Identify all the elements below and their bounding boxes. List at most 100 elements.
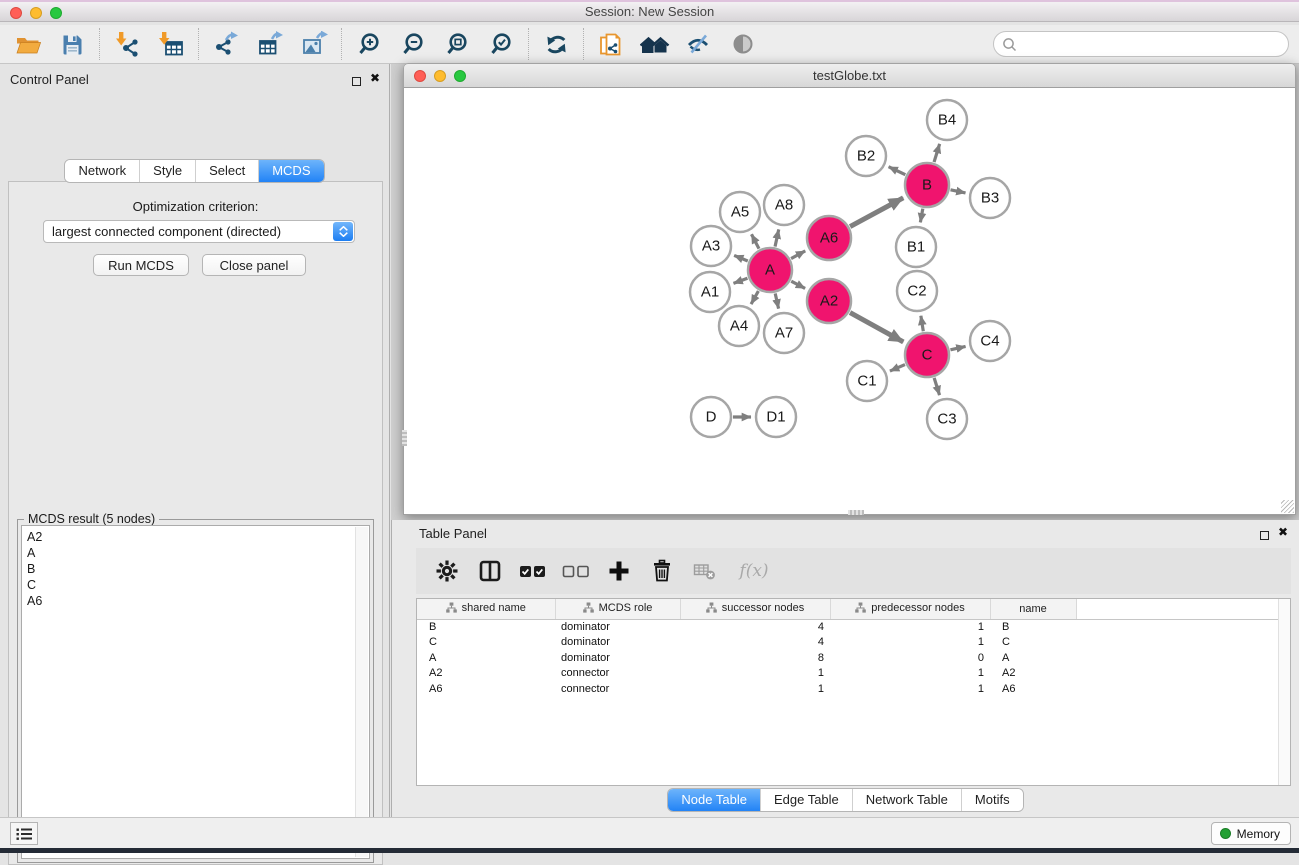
table-header-row[interactable]: shared nameMCDS rolesuccessor nodesprede…	[417, 599, 1290, 619]
cell-successor-nodes[interactable]: 1	[680, 666, 830, 682]
save-session-button[interactable]	[50, 27, 94, 61]
graph-node-B4[interactable]: B4	[927, 100, 967, 140]
column-visibility-button[interactable]	[473, 556, 507, 586]
table-tab-edge-table[interactable]: Edge Table	[761, 789, 853, 811]
search-field[interactable]	[993, 31, 1289, 57]
graph-node-A1[interactable]: A1	[690, 272, 730, 312]
cell-shared-name[interactable]: A2	[417, 666, 555, 682]
column-header-predecessor-nodes[interactable]: predecessor nodes	[830, 599, 990, 619]
cell-shared-name[interactable]: C	[417, 635, 555, 651]
table-row[interactable]: A2connector11A2	[417, 666, 1290, 682]
cell-predecessor-nodes[interactable]: 1	[830, 666, 990, 682]
zoom-in-button[interactable]	[347, 27, 391, 61]
list-scrollbar[interactable]	[355, 527, 368, 857]
zoom-out-button[interactable]	[391, 27, 435, 61]
tab-style[interactable]: Style	[140, 160, 196, 182]
mcds-result-list[interactable]: A2ABCA6	[21, 525, 370, 859]
cell-MCDS-role[interactable]: connector	[555, 666, 680, 682]
clone-network-button[interactable]	[589, 27, 633, 61]
table-options-button[interactable]	[430, 556, 464, 586]
open-session-button[interactable]	[6, 27, 50, 61]
cell-shared-name[interactable]: A6	[417, 681, 555, 697]
graph-edge-A-A5[interactable]	[751, 234, 758, 248]
refresh-layout-button[interactable]	[534, 27, 578, 61]
network-canvas[interactable]: B4B2BB3A5A8A6B1A3AC2A1A2A4A7C4CC1C3DD1	[403, 88, 1296, 515]
graph-edge-B-B3[interactable]	[951, 190, 966, 193]
graph-node-A[interactable]: A	[748, 248, 792, 292]
graph-node-A4[interactable]: A4	[719, 306, 759, 346]
cell-successor-nodes[interactable]: 8	[680, 650, 830, 666]
cell-name[interactable]: B	[990, 619, 1076, 635]
cell-MCDS-role[interactable]: connector	[555, 681, 680, 697]
network-graph[interactable]: B4B2BB3A5A8A6B1A3AC2A1A2A4A7C4CC1C3DD1	[404, 88, 1294, 512]
cell-shared-name[interactable]: A	[417, 650, 555, 666]
table-tab-network-table[interactable]: Network Table	[853, 789, 962, 811]
table-tab-node-table[interactable]: Node Table	[668, 789, 761, 811]
graph-edge-C-C4[interactable]	[950, 346, 965, 349]
window-edge-handle[interactable]	[402, 430, 407, 446]
graph-edge-B-B4[interactable]	[934, 144, 940, 162]
graph-node-C1[interactable]: C1	[847, 361, 887, 401]
graph-edge-C-C2[interactable]	[921, 316, 923, 332]
graph-edge-C-C3[interactable]	[934, 378, 939, 395]
criterion-dropdown[interactable]: largest connected component (directed)	[43, 220, 355, 243]
function-builder-button[interactable]: f(x)	[731, 556, 777, 586]
table-row[interactable]: Adominator80A	[417, 650, 1290, 666]
delete-columns-button[interactable]	[645, 556, 679, 586]
mcds-result-item[interactable]: A6	[27, 593, 364, 609]
graph-edge-C-C1[interactable]	[890, 365, 905, 372]
export-network-button[interactable]	[204, 27, 248, 61]
close-panel-button[interactable]: Close panel	[202, 254, 306, 276]
close-window-button[interactable]	[10, 7, 22, 19]
table-row[interactable]: Bdominator41B	[417, 619, 1290, 635]
table-row[interactable]: Cdominator41C	[417, 635, 1290, 651]
tab-network[interactable]: Network	[65, 160, 140, 182]
deselect-all-rows-button[interactable]	[559, 556, 593, 586]
graph-node-A6[interactable]: A6	[807, 216, 851, 260]
mcds-result-item[interactable]: A	[27, 545, 364, 561]
first-neighbors-button[interactable]	[633, 27, 677, 61]
graph-edge-A2-C[interactable]	[850, 313, 903, 342]
cell-name[interactable]: A6	[990, 681, 1076, 697]
zoom-fit-button[interactable]	[435, 27, 479, 61]
graph-node-C[interactable]: C	[905, 333, 949, 377]
cell-predecessor-nodes[interactable]: 1	[830, 635, 990, 651]
network-window-controls[interactable]	[414, 70, 466, 82]
graph-edge-B-B1[interactable]	[920, 209, 922, 223]
graph-edge-A-A4[interactable]	[751, 291, 758, 304]
graph-node-C2[interactable]: C2	[897, 271, 937, 311]
graph-node-B3[interactable]: B3	[970, 178, 1010, 218]
graph-edge-A-A1[interactable]	[733, 278, 747, 283]
cell-successor-nodes[interactable]: 4	[680, 635, 830, 651]
cell-predecessor-nodes[interactable]: 1	[830, 619, 990, 635]
graph-node-D[interactable]: D	[691, 397, 731, 437]
window-edge-handle[interactable]	[848, 510, 864, 515]
graph-node-B[interactable]: B	[905, 163, 949, 207]
column-header-successor-nodes[interactable]: successor nodes	[680, 599, 830, 619]
network-window-titlebar[interactable]: testGlobe.txt	[403, 63, 1296, 88]
export-table-button[interactable]	[248, 27, 292, 61]
table-scrollbar[interactable]	[1278, 599, 1290, 785]
import-network-button[interactable]	[105, 27, 149, 61]
window-controls[interactable]	[10, 7, 62, 19]
float-panel-icon[interactable]	[352, 73, 361, 91]
cell-MCDS-role[interactable]: dominator	[555, 619, 680, 635]
column-header-name[interactable]: name	[990, 599, 1076, 619]
zoom-window-button[interactable]	[50, 7, 62, 19]
float-table-panel-icon[interactable]	[1260, 527, 1269, 545]
close-table-panel-icon[interactable]: ✖	[1278, 525, 1288, 539]
run-mcds-button[interactable]: Run MCDS	[93, 254, 189, 276]
cell-name[interactable]: A	[990, 650, 1076, 666]
graph-node-A2[interactable]: A2	[807, 279, 851, 323]
node-table[interactable]: shared nameMCDS rolesuccessor nodesprede…	[417, 599, 1290, 697]
graph-node-C3[interactable]: C3	[927, 399, 967, 439]
graph-node-A8[interactable]: A8	[764, 185, 804, 225]
graph-node-D1[interactable]: D1	[756, 397, 796, 437]
cell-MCDS-role[interactable]: dominator	[555, 650, 680, 666]
graph-node-B1[interactable]: B1	[896, 227, 936, 267]
hide-selected-button[interactable]	[677, 27, 721, 61]
graph-edge-A-A3[interactable]	[734, 255, 748, 261]
graph-node-A3[interactable]: A3	[691, 226, 731, 266]
graph-node-C4[interactable]: C4	[970, 321, 1010, 361]
zoom-selected-button[interactable]	[479, 27, 523, 61]
